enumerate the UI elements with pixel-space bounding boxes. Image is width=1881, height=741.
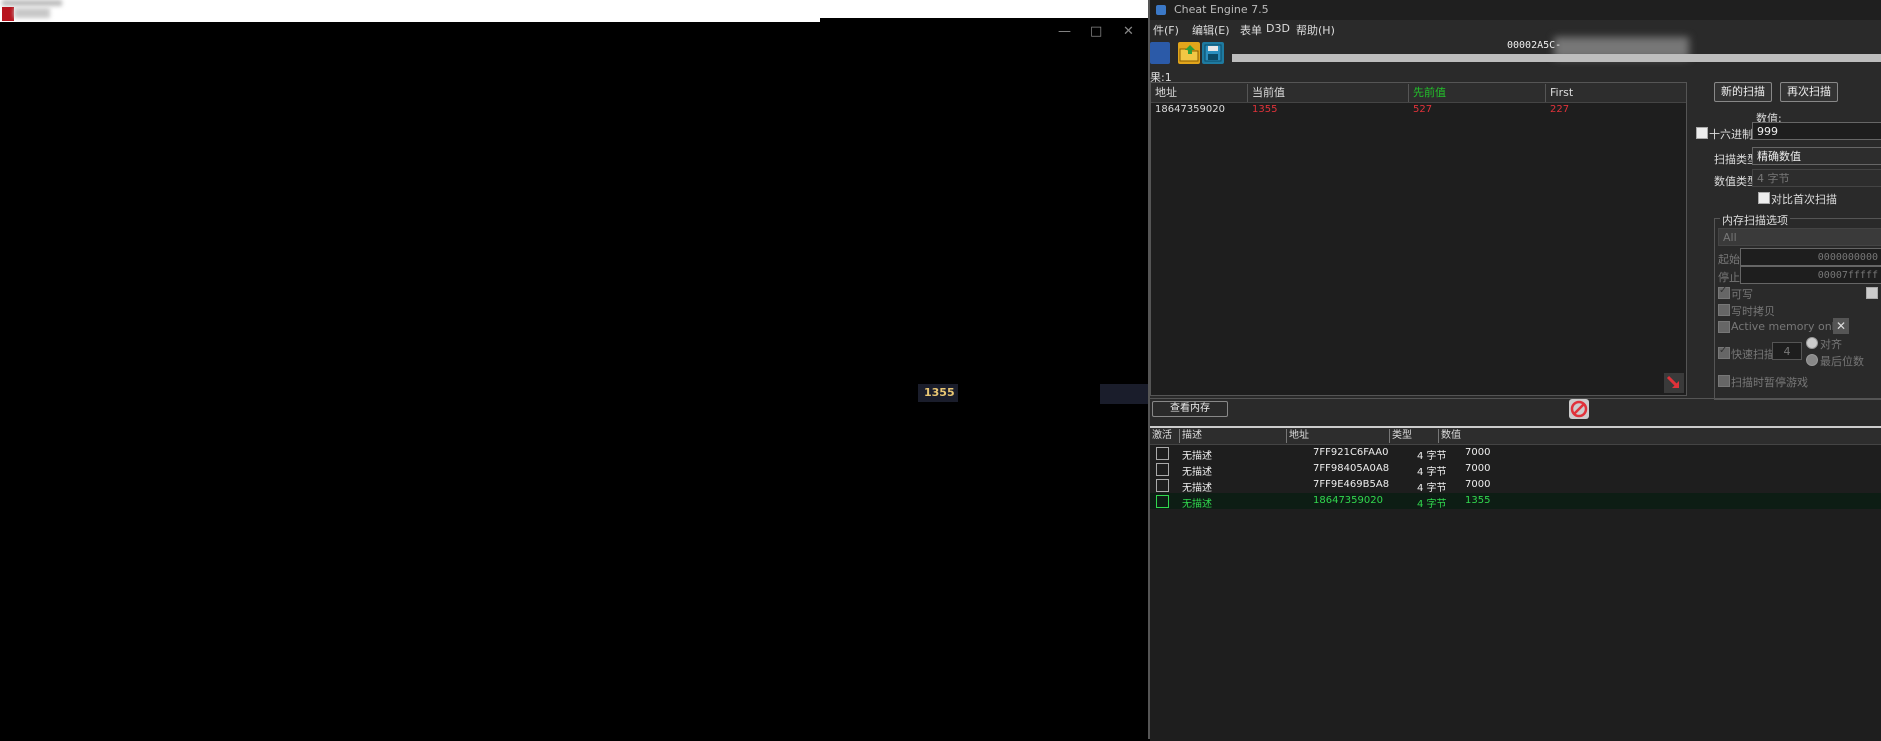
game-title-blur	[2, 0, 62, 6]
close-x-icon[interactable]: ✕	[1833, 318, 1849, 334]
row-address: 7FF9E469B5A8	[1313, 479, 1390, 490]
start-label: 起始	[1718, 253, 1740, 266]
addr-col-desc[interactable]: 描述	[1180, 429, 1287, 443]
panel-splitter[interactable]	[1150, 398, 1881, 399]
writable-checkbox[interactable]	[1718, 285, 1730, 299]
menu-help[interactable]: 帮助(H)	[1296, 22, 1335, 38]
align-label: 对齐	[1820, 338, 1842, 351]
process-title: 00002A5C-	[1507, 40, 1562, 51]
stop-scan-icon[interactable]	[1569, 399, 1589, 419]
row-desc: 无描述	[1182, 451, 1212, 462]
menu-table[interactable]: 表单	[1240, 22, 1262, 38]
hex-checkbox[interactable]	[1696, 127, 1708, 139]
memory-region-select[interactable]: All	[1718, 228, 1881, 246]
hex-label: 十六进制	[1709, 128, 1753, 141]
row-address: 18647359020	[1313, 495, 1383, 506]
addr-col-address[interactable]: 地址	[1287, 429, 1390, 443]
address-list[interactable]: 激活 描述 地址 类型 数值 无描述 7FF921C6FAA0 4 字节 700…	[1150, 426, 1881, 741]
address-row-selected[interactable]: 无描述 18647359020 4 字节 1355	[1150, 493, 1881, 510]
menu-edit[interactable]: 编辑(E)	[1192, 22, 1230, 38]
addr-col-active[interactable]: 激活	[1150, 429, 1180, 443]
game-window-controls: — □ ✕	[820, 18, 1150, 39]
add-to-list-arrow-icon[interactable]	[1664, 373, 1684, 393]
active-memory-label: Active memory only	[1731, 320, 1842, 333]
value-type-select[interactable]: 4 字节	[1752, 169, 1881, 187]
ce-window-title: Cheat Engine 7.5	[1174, 3, 1269, 16]
row-address: 7FF98405A0A8	[1313, 463, 1390, 474]
menu-d3d[interactable]: D3D	[1266, 22, 1290, 35]
row-value: 7000	[1465, 479, 1491, 490]
row-desc: 无描述	[1182, 467, 1212, 478]
align-radio[interactable]	[1806, 337, 1818, 349]
ce-app-icon	[1156, 5, 1166, 15]
row-value: 7000	[1465, 447, 1491, 458]
next-scan-button[interactable]: 再次扫描	[1780, 82, 1838, 102]
start-address-input[interactable]: 0000000000	[1740, 248, 1881, 266]
copy-on-write-label: 写时拷贝	[1731, 305, 1775, 318]
row-address: 7FF921C6FAA0	[1313, 447, 1389, 458]
executable-checkbox[interactable]	[1866, 287, 1878, 299]
new-scan-button[interactable]: 新的扫描	[1714, 82, 1772, 102]
scan-type-select[interactable]: 精确数值	[1752, 147, 1881, 165]
open-file-icon[interactable]	[1178, 42, 1200, 64]
scan-progress-bar	[1232, 54, 1881, 62]
active-checkbox[interactable]	[1156, 495, 1169, 508]
fast-scan-label: 快速扫描	[1731, 348, 1775, 361]
menu-file[interactable]: 件(F)	[1153, 22, 1179, 38]
cheat-engine-window: Cheat Engine 7.5 件(F) 编辑(E) 表单 D3D 帮助(H)…	[1148, 0, 1881, 741]
last-digits-label: 最后位数	[1820, 355, 1864, 368]
active-checkbox[interactable]	[1156, 479, 1169, 492]
row-type: 4 字节	[1417, 467, 1447, 478]
row-value: 1355	[1465, 495, 1491, 506]
row-value: 7000	[1465, 463, 1491, 474]
minimize-icon[interactable]: —	[1058, 24, 1071, 39]
result-current: 1355	[1252, 104, 1278, 115]
row-type: 4 字节	[1417, 483, 1447, 494]
ce-titlebar: Cheat Engine 7.5	[1150, 0, 1881, 20]
result-previous: 527	[1413, 104, 1433, 115]
stop-address-input[interactable]: 00007fffff	[1740, 266, 1881, 284]
active-checkbox[interactable]	[1156, 463, 1169, 476]
scan-results-list[interactable]: 地址 当前值 先前值 First 18647359020 1355 527 22…	[1150, 82, 1687, 396]
game-value-overlay: 1355	[918, 384, 958, 402]
copy-on-write-checkbox[interactable]	[1718, 304, 1730, 316]
fast-scan-checkbox[interactable]	[1718, 345, 1730, 359]
row-desc: 无描述	[1182, 499, 1212, 510]
game-app-icon	[2, 7, 14, 21]
result-first: 227	[1550, 104, 1570, 115]
result-address[interactable]: 18647359020	[1155, 104, 1225, 115]
game-background-strip	[1100, 384, 1150, 404]
row-type: 4 字节	[1417, 451, 1447, 462]
last-digits-radio[interactable]	[1806, 354, 1818, 366]
active-checkbox[interactable]	[1156, 447, 1169, 460]
addr-col-type[interactable]: 类型	[1390, 429, 1439, 443]
row-type: 4 字节	[1417, 499, 1447, 510]
address-row[interactable]: 无描述 7FF921C6FAA0 4 字节 7000	[1150, 445, 1881, 462]
game-window	[0, 0, 1150, 739]
game-title-text-blurred	[14, 8, 50, 18]
compare-first-label: 对比首次扫描	[1771, 193, 1837, 206]
results-col-current[interactable]: 当前值	[1248, 84, 1409, 102]
compare-first-checkbox[interactable]	[1758, 192, 1770, 204]
row-desc: 无描述	[1182, 483, 1212, 494]
results-col-previous[interactable]: 先前值	[1409, 84, 1546, 102]
addr-col-value[interactable]: 数值	[1439, 429, 1861, 443]
save-icon[interactable]	[1202, 42, 1224, 64]
results-col-first[interactable]: First	[1546, 84, 1686, 102]
fast-scan-input[interactable]: 4	[1772, 342, 1802, 360]
view-memory-button[interactable]: 查看内存	[1152, 401, 1228, 417]
active-memory-checkbox[interactable]	[1718, 321, 1730, 333]
close-icon[interactable]: ✕	[1123, 24, 1134, 39]
maximize-icon[interactable]: □	[1090, 24, 1102, 39]
results-col-address[interactable]: 地址	[1151, 84, 1248, 102]
open-process-icon[interactable]	[1150, 42, 1170, 64]
value-input[interactable]: 999	[1752, 122, 1881, 140]
pause-game-checkbox[interactable]	[1718, 375, 1730, 387]
address-row[interactable]: 无描述 7FF98405A0A8 4 字节 7000	[1150, 461, 1881, 478]
writable-label: 可写	[1731, 288, 1753, 301]
pause-game-label: 扫描时暂停游戏	[1731, 376, 1808, 389]
stop-label: 停止	[1718, 271, 1740, 284]
memory-scan-options-label: 内存扫描选项	[1720, 212, 1790, 228]
address-row[interactable]: 无描述 7FF9E469B5A8 4 字节 7000	[1150, 477, 1881, 494]
